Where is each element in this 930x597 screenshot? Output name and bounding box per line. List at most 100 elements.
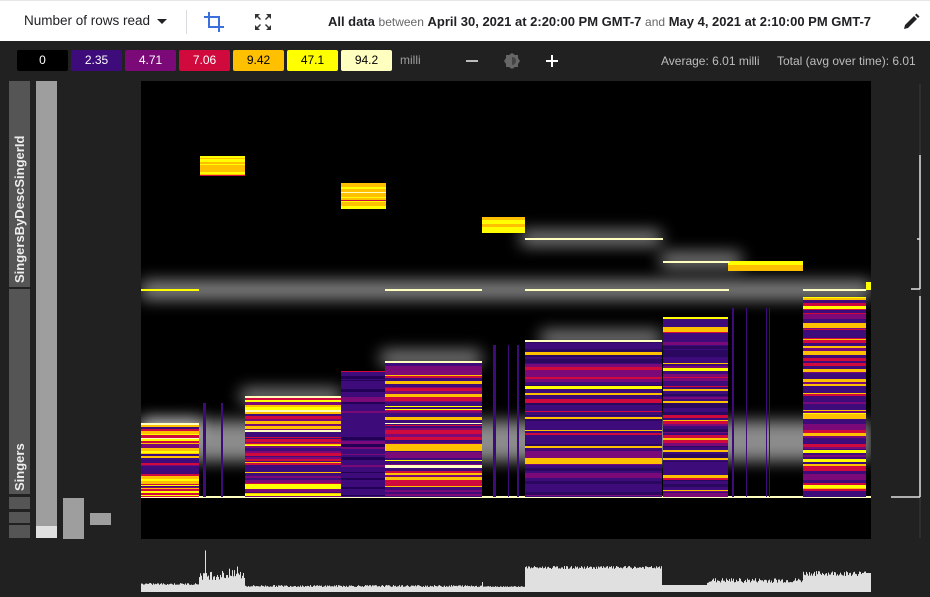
heatmap-block <box>525 478 662 481</box>
sparkline-bar <box>405 586 406 590</box>
heatmap-block <box>663 321 728 323</box>
heatmap-block <box>245 446 341 448</box>
edit-range-button[interactable] <box>902 13 920 31</box>
sparkline-bar <box>337 586 338 590</box>
heatmap[interactable] <box>141 81 871 539</box>
sparkline-bar <box>319 585 320 590</box>
heatmap-block <box>803 433 866 436</box>
heatmap-block <box>663 461 728 462</box>
crop-icon <box>204 12 224 32</box>
sparkline-bar <box>558 568 559 590</box>
sparkline-bar <box>508 586 509 590</box>
heatmap-block <box>525 424 662 425</box>
sparkline-bar <box>825 573 826 590</box>
legend-chip[interactable]: 4.71 <box>125 50 176 71</box>
sparkline-bar <box>612 568 613 590</box>
sparkline-bar <box>526 566 527 590</box>
brightness-reset-button[interactable] <box>503 52 521 70</box>
heatmap-block <box>525 343 662 345</box>
crop-button[interactable] <box>202 10 226 34</box>
key-segment[interactable] <box>9 497 30 509</box>
key-segment[interactable] <box>9 525 30 538</box>
heatmap-block <box>663 433 728 435</box>
sparkline-bar <box>423 586 424 590</box>
heatmap-block <box>803 398 866 399</box>
heatmap-block <box>385 461 482 464</box>
key-segment[interactable] <box>9 512 30 523</box>
sparkline-bar <box>372 585 373 590</box>
sparkline-bar <box>677 585 678 590</box>
sparkline-bar <box>442 586 443 590</box>
heatmap-block <box>803 351 866 352</box>
key-level-bar-selected[interactable] <box>36 526 57 538</box>
sparkline-bar <box>419 585 420 590</box>
sparkline-bar <box>622 568 623 590</box>
legend-chip[interactable]: 0 <box>17 50 68 71</box>
key-level-bar[interactable] <box>90 513 111 525</box>
heatmap-block <box>141 448 199 451</box>
heatmap-block <box>245 453 341 456</box>
decrease-brightness-button[interactable] <box>463 52 481 70</box>
sparkline-bar <box>202 579 203 590</box>
key-label: SingersByDescSingerId <box>12 135 27 283</box>
metric-dropdown[interactable]: Number of rows read <box>24 13 168 28</box>
legend-chip[interactable]: 7.06 <box>179 50 230 71</box>
sparkline-bar <box>811 573 812 590</box>
heatmap-canvas[interactable] <box>141 81 871 539</box>
plus-icon <box>546 55 558 67</box>
pencil-icon <box>904 13 920 29</box>
sparkline-bar <box>646 566 647 590</box>
heatmap-block <box>663 446 728 447</box>
sparkline-bar <box>260 586 261 590</box>
legend-chip[interactable]: 47.1 <box>287 50 338 71</box>
key-table-singers[interactable]: Singers <box>9 289 30 494</box>
heatmap-block-edge <box>141 423 199 425</box>
sparkline-bar <box>638 567 639 590</box>
heatmap-block <box>385 425 482 426</box>
fullscreen-button[interactable] <box>252 11 274 33</box>
heatmap-block <box>341 200 386 201</box>
heatmap-block <box>141 484 199 485</box>
sparkline-bar <box>236 573 237 590</box>
sparkline-bar <box>364 586 365 590</box>
sparkline-bar <box>683 585 684 590</box>
sparkline-bar <box>157 583 158 590</box>
legend-chip[interactable]: 9.42 <box>233 50 284 71</box>
heatmap-block <box>525 436 662 439</box>
heatmap-block <box>141 491 199 493</box>
sparkline-bar <box>855 573 856 590</box>
sparkline-bar <box>395 585 396 590</box>
time-sparkline[interactable] <box>141 545 871 592</box>
legend-chip[interactable]: 94.2 <box>341 50 392 71</box>
sparkline-bar <box>266 586 267 590</box>
legend-chip[interactable]: 2.35 <box>71 50 122 71</box>
sparkline-bar <box>546 568 547 590</box>
sparkline-bar <box>343 585 344 590</box>
heatmap-block <box>341 449 385 450</box>
sparkline-canvas[interactable] <box>141 545 871 592</box>
sparkline-bar <box>247 586 248 590</box>
sparkline-bar <box>803 571 804 590</box>
sparkline-bar <box>300 585 301 590</box>
heatmap-block <box>803 477 866 480</box>
heatmap-block <box>803 403 866 404</box>
key-table-singersbydescsingerid[interactable]: SingersByDescSingerId <box>9 81 30 287</box>
key-level-bar[interactable] <box>36 81 57 526</box>
sparkline-bar <box>451 585 452 590</box>
sparkline-bar <box>675 585 676 590</box>
sparkline-bar <box>382 585 383 590</box>
heatmap-block <box>663 354 728 357</box>
key-level-bar[interactable] <box>63 498 84 539</box>
increase-brightness-button[interactable] <box>542 51 562 71</box>
heatmap-block <box>385 373 482 375</box>
sparkline-bar <box>582 567 583 590</box>
sparkline-bar <box>368 586 369 590</box>
sparkline-bar <box>794 580 795 590</box>
heatmap-block <box>245 492 341 493</box>
sparkline-bar <box>468 586 469 590</box>
heatmap-block <box>663 377 728 378</box>
sparkline-bar <box>572 568 573 590</box>
sparkline-bar <box>581 566 582 590</box>
sparkline-bar <box>817 574 818 590</box>
sparkline-bar <box>813 573 814 590</box>
